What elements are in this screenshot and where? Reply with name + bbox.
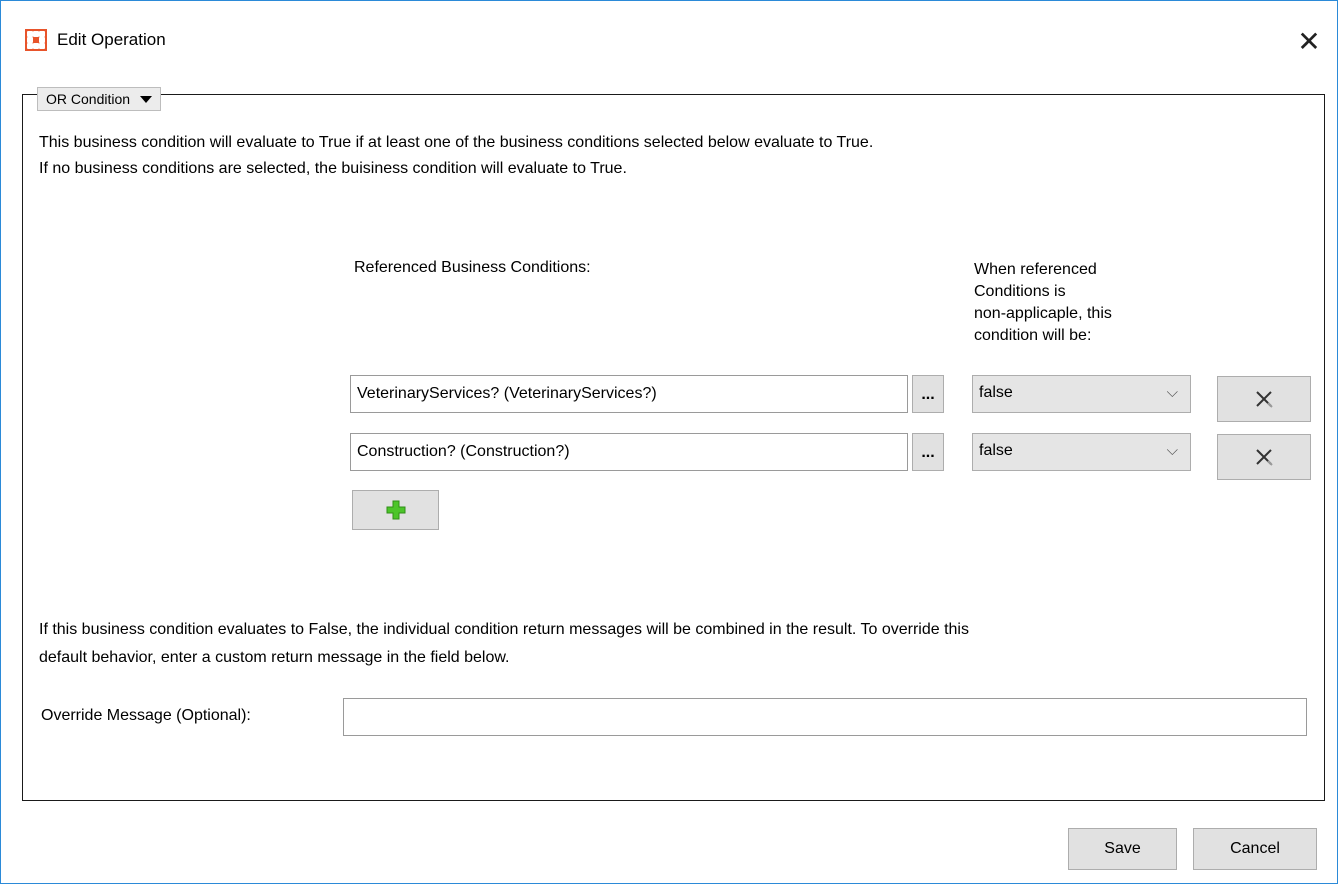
referenced-conditions-label: Referenced Business Conditions: [354,259,591,276]
select-value: false [979,442,1013,459]
browse-condition-button[interactable]: ... [912,375,944,413]
select-value: false [979,384,1013,401]
window-title: Edit Operation [57,30,166,49]
nonapplicable-label: When referenced Conditions is non-applic… [974,259,1174,347]
condition-type-label: OR Condition [46,91,131,107]
referenced-condition-field[interactable]: VeterinaryServices? (VeterinaryServices?… [350,375,908,413]
app-logo-icon [25,29,47,51]
plus-icon [386,500,405,520]
override-note: If this business condition evaluates to … [39,616,1309,672]
title-bar: Edit Operation ✕ [1,1,1337,81]
nonapplicable-label-line: Conditions is [974,283,1066,300]
nonapplicable-value-select[interactable]: false ⌵ [972,375,1191,413]
caret-down-icon [140,95,153,103]
note-line-1: If this business condition evaluates to … [39,621,969,638]
x-icon [1256,391,1273,408]
remove-condition-button[interactable] [1217,376,1311,422]
chevron-down-icon: ⌵ [1166,384,1178,401]
edit-operation-dialog: Edit Operation ✕ OR Condition This busin… [0,0,1338,884]
referenced-condition-field[interactable]: Construction? (Construction?) [350,433,908,471]
close-icon[interactable]: ✕ [1289,23,1329,59]
nonapplicable-label-line: condition will be: [974,327,1092,344]
browse-condition-button[interactable]: ... [912,433,944,471]
nonapplicable-label-line: non-applicaple, this [974,305,1112,322]
cancel-button[interactable]: Cancel [1193,828,1317,870]
override-message-field[interactable] [343,698,1307,736]
save-button[interactable]: Save [1068,828,1177,870]
note-line-2: default behavior, enter a custom return … [39,649,510,666]
condition-description: This business condition will evaluate to… [39,130,873,182]
override-message-label: Override Message (Optional): [41,707,251,724]
description-line-2: If no business conditions are selected, … [39,160,627,177]
description-line-1: This business condition will evaluate to… [39,134,874,151]
remove-condition-button[interactable] [1217,434,1311,480]
nonapplicable-label-line: When referenced [974,261,1097,278]
condition-type-dropdown[interactable]: OR Condition [37,87,162,111]
add-condition-button[interactable] [352,490,439,530]
x-icon [1256,449,1273,466]
nonapplicable-value-select[interactable]: false ⌵ [972,433,1191,471]
chevron-down-icon: ⌵ [1166,442,1178,459]
